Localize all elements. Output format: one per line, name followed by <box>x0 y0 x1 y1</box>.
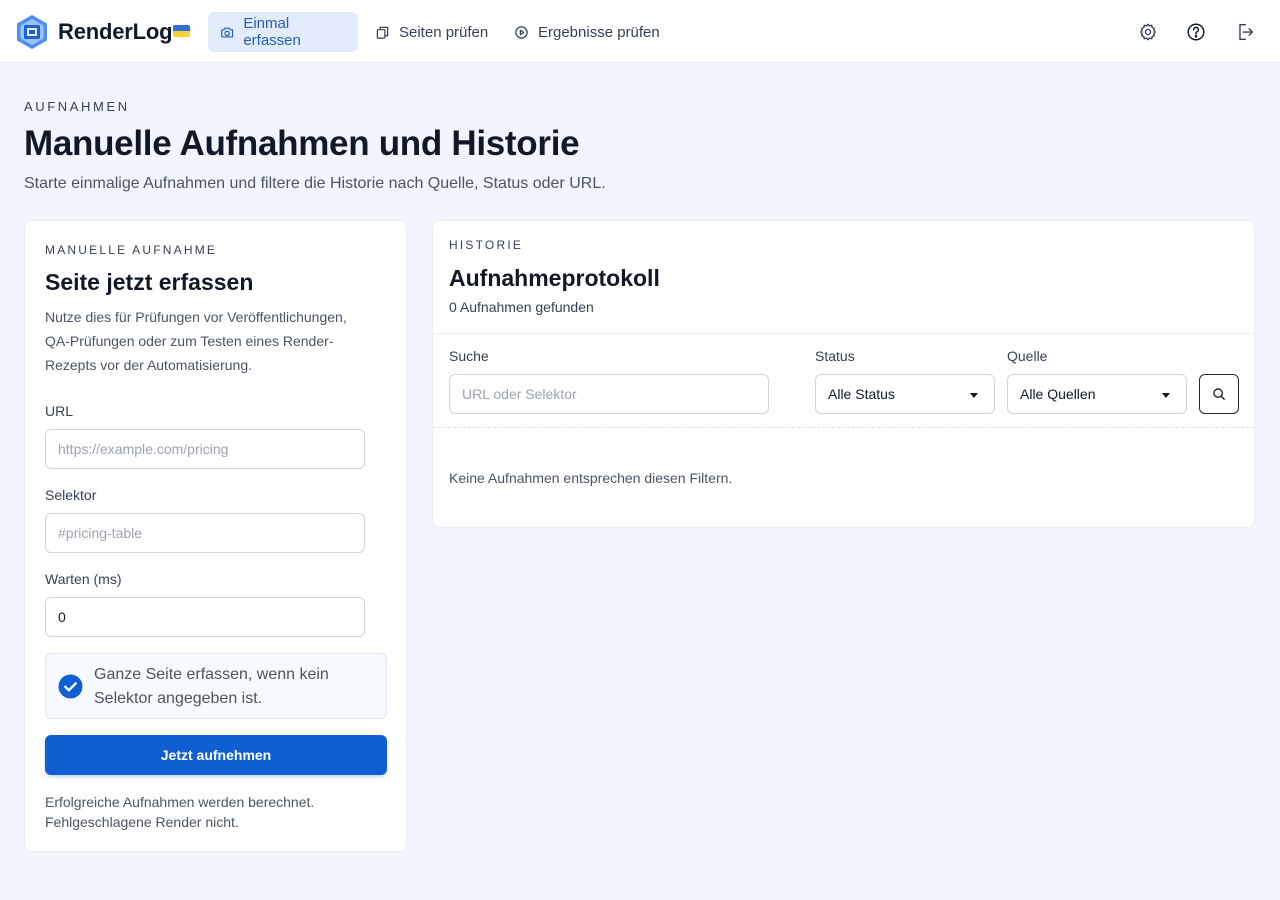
page-title: Manuelle Aufnahmen und Historie <box>24 124 580 163</box>
divider <box>433 333 1254 334</box>
fullpage-checkbox[interactable] <box>58 674 83 699</box>
status-label: Status <box>815 348 855 364</box>
source-select-value: Alle Quellen <box>1020 386 1096 402</box>
play-circle-icon <box>515 25 528 39</box>
wait-label: Warten (ms) <box>45 571 122 587</box>
gear-icon <box>1140 23 1156 41</box>
source-select[interactable]: Alle Quellen <box>1007 374 1187 414</box>
nav-label: Seiten prüfen <box>399 23 489 41</box>
fullpage-checkbox-row[interactable]: Ganze Seite erfassen, wenn kein Selektor… <box>45 653 387 719</box>
nav-label: Einmal erfassen <box>243 15 301 49</box>
nav-ergebnisse-pruefen[interactable]: Ergebnisse prüfen <box>502 12 672 52</box>
history-card: HISTORIE Aufnahmeprotokoll 0 Aufnahmen g… <box>432 220 1255 528</box>
logout-button[interactable] <box>1234 21 1256 43</box>
card-eyebrow: MANUELLE AUFNAHME <box>45 243 218 257</box>
settings-button[interactable] <box>1137 21 1159 43</box>
url-input[interactable] <box>45 429 365 469</box>
capture-now-button[interactable]: Jetzt aufnehmen <box>45 735 387 775</box>
nav-seiten-pruefen[interactable]: Seiten prüfen <box>363 12 500 52</box>
ukraine-flag-icon <box>173 25 190 37</box>
caret-down-icon <box>970 393 978 398</box>
selector-label: Selektor <box>45 487 97 503</box>
nav-einmal-erfassen[interactable]: Einmal erfassen <box>208 12 358 52</box>
billing-note: Erfolgreiche Aufnahmen werden berechnet.… <box>45 794 315 830</box>
source-label: Quelle <box>1007 348 1048 364</box>
top-navigation: RenderLog Einmal erfassen Seiten prüfen … <box>0 0 1280 63</box>
history-search-button[interactable] <box>1199 374 1239 414</box>
history-search-input[interactable] <box>449 374 769 414</box>
help-circle-icon <box>1187 23 1205 41</box>
divider <box>433 427 1254 428</box>
url-label: URL <box>45 403 74 419</box>
card-title: Seite jetzt erfassen <box>45 269 254 295</box>
logout-icon <box>1239 23 1254 41</box>
fullpage-checkbox-label: Ganze Seite erfassen, wenn kein Selektor… <box>94 666 329 707</box>
search-icon <box>1213 388 1225 400</box>
selector-input[interactable] <box>45 513 365 553</box>
card-title: Aufnahmeprotokoll <box>449 265 660 291</box>
result-count: 0 Aufnahmen gefunden <box>449 299 594 315</box>
help-button[interactable] <box>1185 21 1207 43</box>
page-eyebrow: AUFNAHMEN <box>24 99 130 114</box>
check-icon <box>58 674 83 699</box>
camera-icon <box>221 27 234 38</box>
wait-ms-input[interactable] <box>45 597 365 637</box>
nav-label: Ergebnisse prüfen <box>538 23 660 41</box>
search-label: Suche <box>449 348 489 364</box>
caret-down-icon <box>1162 393 1170 398</box>
empty-state-message: Keine Aufnahmen entsprechen diesen Filte… <box>449 470 733 486</box>
renderlog-logo-icon[interactable] <box>16 14 48 50</box>
card-eyebrow: HISTORIE <box>449 238 524 252</box>
page-subtitle: Starte einmalige Aufnahmen und filtere d… <box>24 175 606 192</box>
status-select[interactable]: Alle Status <box>815 374 995 414</box>
manual-capture-card: MANUELLE AUFNAHME Seite jetzt erfassen N… <box>24 220 407 852</box>
brand-name[interactable]: RenderLog <box>58 19 173 45</box>
status-select-value: Alle Status <box>828 386 895 402</box>
card-description: Nutze dies für Prüfungen vor Veröffentli… <box>45 309 347 373</box>
copy-icon <box>376 26 389 39</box>
